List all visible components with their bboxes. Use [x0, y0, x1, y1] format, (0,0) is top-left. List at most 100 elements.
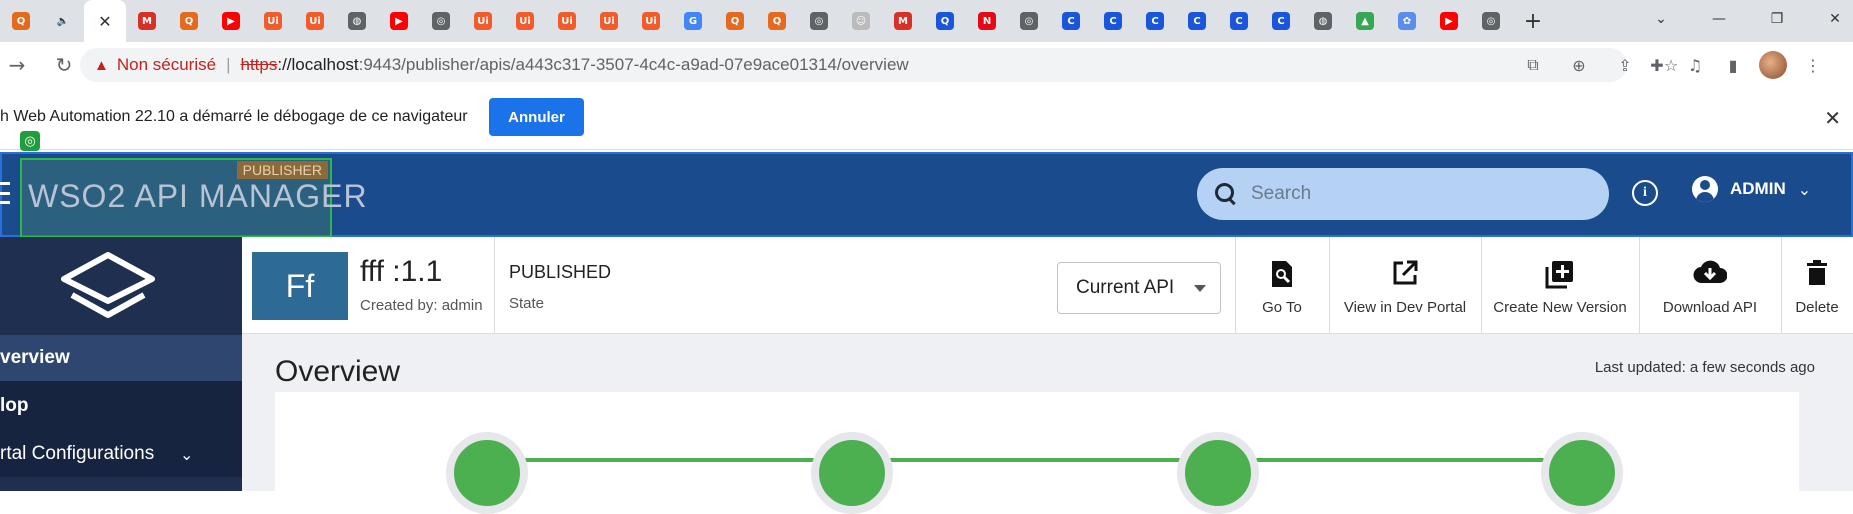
open-in-new-icon	[1393, 260, 1418, 285]
share-icon[interactable]: ⇪	[1613, 48, 1637, 82]
create-new-version-button[interactable]: Create New Version	[1481, 237, 1639, 334]
browser-tab[interactable]: ☺	[840, 0, 882, 42]
close-window-icon[interactable]: ✕	[1806, 0, 1853, 38]
browser-tab[interactable]: ◍	[1302, 0, 1344, 42]
url-scheme: https	[240, 55, 278, 74]
browser-tab[interactable]: M	[126, 0, 168, 42]
browser-tab[interactable]: Q	[924, 0, 966, 42]
browser-tab[interactable]: ◎	[1470, 0, 1512, 42]
download-api-button[interactable]: Download API	[1639, 237, 1781, 334]
browser-tab[interactable]: C	[1260, 0, 1302, 42]
browser-tab[interactable]: G	[672, 0, 714, 42]
browser-tab[interactable]: ◎	[420, 0, 462, 42]
search-icon	[1215, 183, 1237, 205]
search-box[interactable]	[1197, 168, 1609, 220]
left-navigation: verview lop rtal Configurations ⌄	[0, 237, 242, 491]
browser-tab[interactable]: ◎	[1008, 0, 1050, 42]
forward-icon[interactable]: →	[0, 48, 34, 82]
browser-tab[interactable]: Q	[168, 0, 210, 42]
tab-search-icon[interactable]: ⌄	[1632, 0, 1690, 38]
search-input[interactable]	[1251, 183, 1571, 205]
product-logo[interactable]: WSO2 API MANAGER PUBLISHER	[20, 158, 367, 238]
action-label: View in Dev Portal	[1343, 299, 1467, 316]
close-infobar-icon[interactable]: ✕	[1824, 106, 1841, 130]
browser-tab[interactable]: 🔈	[42, 0, 84, 42]
browser-tab[interactable]: ▶	[1428, 0, 1470, 42]
delete-button[interactable]: Delete	[1781, 237, 1853, 334]
action-label: Delete	[1795, 299, 1839, 316]
browser-tab[interactable]: ▶	[378, 0, 420, 42]
browser-tab[interactable]: Ui	[588, 0, 630, 42]
browser-tab[interactable]: ▶	[210, 0, 252, 42]
url-path: :9443/publisher/apis/a443c317-3507-4c4c-…	[358, 55, 909, 74]
user-name: ADMIN	[1730, 179, 1786, 198]
minimize-icon[interactable]: —	[1690, 0, 1748, 38]
address-bar[interactable]: ▲ Non sécurisé | https://localhost:9443/…	[80, 48, 1627, 82]
extensions-icon[interactable]: ✚	[1645, 48, 1669, 82]
side-panel-icon[interactable]: ▮	[1721, 48, 1745, 82]
lifecycle-step	[1177, 432, 1259, 514]
select-value: Current API	[1076, 277, 1175, 298]
chrome-icon: ◎	[810, 12, 828, 30]
profile-avatar[interactable]	[1759, 51, 1787, 79]
youtube-icon: ▶	[1440, 12, 1458, 30]
lifecycle-connector	[525, 458, 1605, 462]
uipath-icon: Ui	[306, 12, 324, 30]
gmail-icon: M	[138, 12, 156, 30]
api-version-select[interactable]: Current API	[1057, 262, 1221, 314]
browser-tab[interactable]: C	[1176, 0, 1218, 42]
browser-tab[interactable]: Ui	[504, 0, 546, 42]
user-menu[interactable]: ADMIN ⌄	[1692, 176, 1811, 202]
browser-tab[interactable]: Ui	[630, 0, 672, 42]
url-host: ://localhost	[277, 55, 359, 74]
browser-tab[interactable]: Ui	[546, 0, 588, 42]
browser-tab[interactable]: C	[1092, 0, 1134, 42]
nav-item-overview[interactable]: verview	[0, 335, 242, 381]
cloud-download-icon	[1693, 260, 1727, 284]
uipath-icon: Ui	[600, 12, 618, 30]
c-blue-icon: C	[1104, 12, 1122, 30]
lifecycle-step	[1541, 432, 1623, 514]
browser-tab[interactable]: ◎	[798, 0, 840, 42]
browser-tab[interactable]: M	[882, 0, 924, 42]
target-icon: ◎	[20, 131, 40, 151]
media-control-icon[interactable]: ♫	[1683, 48, 1707, 82]
nav-item-portal-configurations[interactable]: rtal Configurations ⌄	[0, 431, 242, 477]
reload-icon[interactable]: ↻	[47, 48, 81, 82]
translate-icon[interactable]: ⧉	[1521, 48, 1545, 82]
info-icon[interactable]: i	[1632, 180, 1658, 206]
restore-icon[interactable]: ❐	[1748, 0, 1806, 38]
browser-tab[interactable]: C	[1218, 0, 1260, 42]
browser-tab[interactable]: Ui	[462, 0, 504, 42]
infobar-message: h Web Automation 22.10 a démarré le débo…	[0, 108, 468, 125]
go-to-button[interactable]: Go To	[1235, 237, 1329, 334]
browser-tab[interactable]: Q	[756, 0, 798, 42]
browser-tab[interactable]: N	[966, 0, 1008, 42]
logo-text: WSO2 API MANAGER	[28, 178, 368, 214]
view-in-dev-portal-button[interactable]: View in Dev Portal	[1329, 237, 1481, 334]
zoom-icon[interactable]: ⊕	[1567, 48, 1591, 82]
browser-tab[interactable]: C	[1134, 0, 1176, 42]
google-drive-icon: ▲	[1356, 12, 1374, 30]
api-layers-icon	[61, 252, 155, 318]
browser-tab[interactable]: Ui	[252, 0, 294, 42]
q-icon: Q	[936, 12, 954, 30]
globe-icon: ◍	[1314, 12, 1332, 30]
uipath-icon: Ui	[558, 12, 576, 30]
cancel-debug-button[interactable]: Annuler	[489, 98, 584, 136]
action-label: Download API	[1662, 299, 1758, 316]
google-icon: G	[684, 12, 702, 30]
browser-tab[interactable]: ◍	[336, 0, 378, 42]
browser-tab[interactable]: ✿	[1386, 0, 1428, 42]
menu-kebab-icon[interactable]: ⋮	[1801, 48, 1825, 82]
nav-item-develop[interactable]: lop	[0, 381, 242, 431]
new-tab-icon[interactable]: +	[1512, 0, 1554, 42]
hamburger-menu-icon[interactable]	[0, 182, 10, 204]
api-state: PUBLISHED	[509, 262, 612, 282]
browser-tab[interactable]: ✕	[84, 0, 126, 42]
browser-tab[interactable]: Q	[0, 0, 42, 42]
browser-tab[interactable]: Q	[714, 0, 756, 42]
browser-tab[interactable]: C	[1050, 0, 1092, 42]
browser-tab[interactable]: Ui	[294, 0, 336, 42]
browser-tab[interactable]: ▲	[1344, 0, 1386, 42]
